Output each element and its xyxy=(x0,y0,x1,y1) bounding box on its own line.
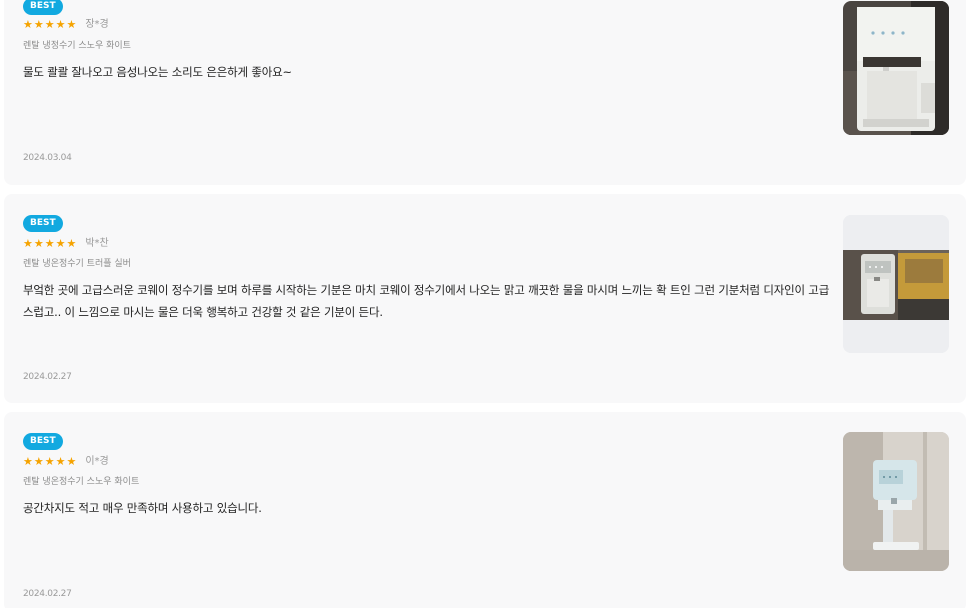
review-photo[interactable] xyxy=(843,215,949,353)
star-rating-icon: ★★★★★ xyxy=(23,18,78,31)
review-product-option: 렌탈 냉온정수기 스노우 화이트 xyxy=(23,477,140,487)
review-text[interactable]: 물도 콸콸 잘나오고 음성나오는 소리도 은은하게 좋아요~ xyxy=(23,61,835,83)
star-rating-icon: ★★★★★ xyxy=(23,455,78,468)
rating-row: ★★★★★ 박*찬 xyxy=(23,237,109,251)
review-list: BEST ★★★★★ 장*경 렌탈 냉정수기 스노우 화이트 물도 콸콸 잘나오… xyxy=(0,0,966,608)
best-badge: BEST xyxy=(23,0,63,15)
review-text[interactable]: 부엌한 곳에 고급스러운 코웨이 정수기를 보며 하루를 시작하는 기분은 마치… xyxy=(23,279,835,323)
review-card[interactable]: BEST ★★★★★ 박*찬 렌탈 냉온정수기 트러플 실버 부엌한 곳에 고급… xyxy=(4,194,966,403)
rating-row: ★★★★★ 이*경 xyxy=(23,455,109,469)
review-date: 2024.03.04 xyxy=(23,153,72,163)
review-author: 장*경 xyxy=(85,19,109,30)
water-purifier-photo-icon xyxy=(843,215,949,353)
water-purifier-photo-icon xyxy=(843,1,949,135)
review-date: 2024.02.27 xyxy=(23,589,72,599)
review-text[interactable]: 공간차지도 적고 매우 만족하며 사용하고 있습니다. xyxy=(23,497,835,519)
review-author: 박*찬 xyxy=(85,238,109,249)
review-card[interactable]: BEST ★★★★★ 이*경 렌탈 냉온정수기 스노우 화이트 공간차지도 적고… xyxy=(4,412,966,608)
best-badge: BEST xyxy=(23,433,63,450)
rating-row: ★★★★★ 장*경 xyxy=(23,18,109,32)
water-purifier-photo-icon xyxy=(843,432,949,571)
star-rating-icon: ★★★★★ xyxy=(23,237,78,250)
best-badge: BEST xyxy=(23,215,63,232)
review-author: 이*경 xyxy=(85,456,109,467)
review-date: 2024.02.27 xyxy=(23,372,72,382)
review-product-option: 렌탈 냉온정수기 트러플 실버 xyxy=(23,259,131,269)
review-photo[interactable] xyxy=(843,1,949,135)
review-photo[interactable] xyxy=(843,432,949,571)
review-card[interactable]: BEST ★★★★★ 장*경 렌탈 냉정수기 스노우 화이트 물도 콸콸 잘나오… xyxy=(4,0,966,185)
review-product-option: 렌탈 냉정수기 스노우 화이트 xyxy=(23,41,131,51)
